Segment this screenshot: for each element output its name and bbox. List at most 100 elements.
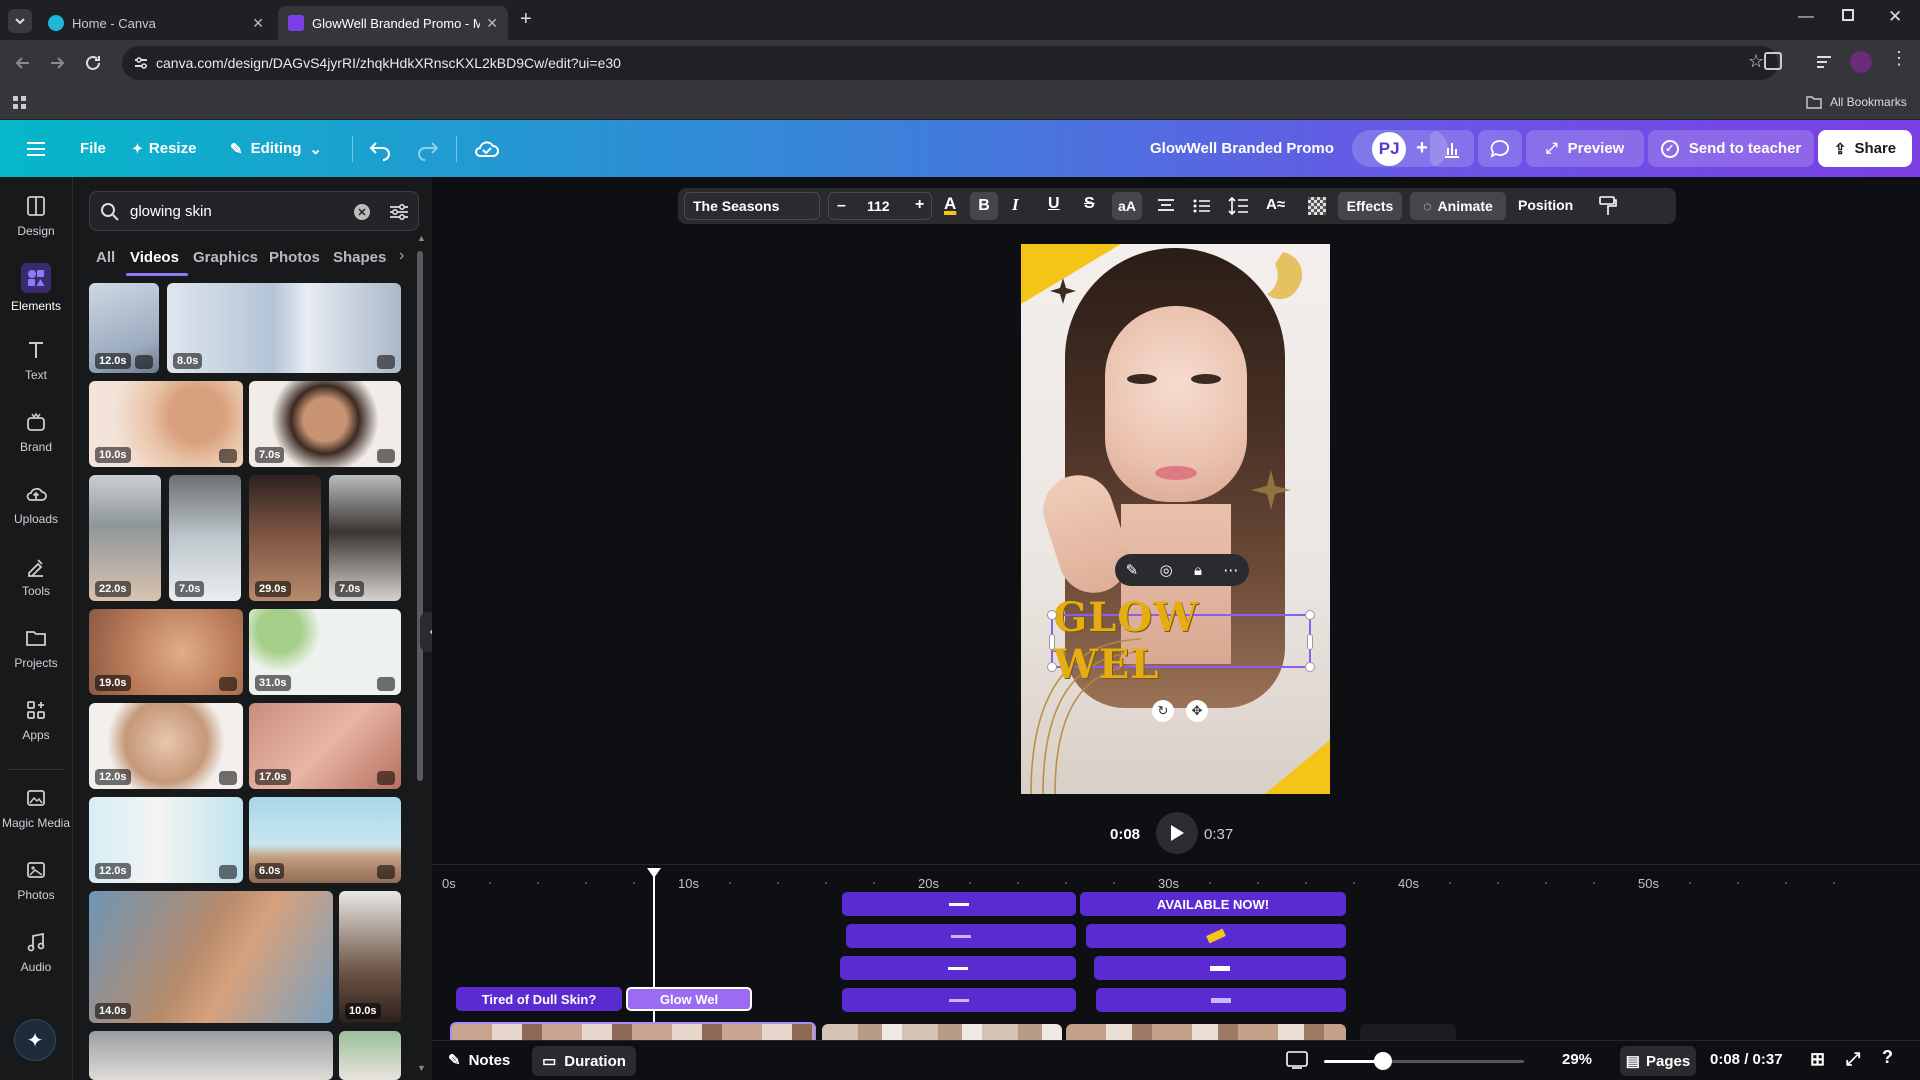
element-track[interactable] <box>846 924 1076 948</box>
move-handle-icon[interactable]: ✥ <box>1186 700 1208 722</box>
search-input[interactable]: glowing skin ✕ <box>89 191 419 231</box>
strikethrough-icon[interactable]: S <box>1084 195 1095 213</box>
underline-icon[interactable]: U <box>1048 195 1060 213</box>
notes-button[interactable]: ✎ Notes <box>448 1051 510 1070</box>
media-controls-icon[interactable] <box>1814 52 1834 72</box>
share-button[interactable]: ⇪ Share <box>1818 130 1912 167</box>
extensions-icon[interactable] <box>1764 52 1782 70</box>
filter-sliders-icon[interactable] <box>388 202 410 222</box>
chevron-right-icon[interactable]: › <box>399 247 404 265</box>
video-thumbnail[interactable] <box>89 1031 333 1080</box>
video-thumbnail[interactable]: 6.0s <box>249 797 401 883</box>
maximize-icon[interactable] <box>1842 9 1854 21</box>
lock-icon[interactable]: 🔒︎ <box>1194 562 1202 579</box>
insights-button[interactable] <box>1430 130 1474 167</box>
video-thumbnail[interactable]: 7.0s <box>329 475 401 601</box>
redo-icon[interactable] <box>414 136 440 162</box>
rail-magic-media[interactable]: Magic Media <box>0 773 72 843</box>
video-clip-strip[interactable] <box>822 1024 1062 1040</box>
playhead[interactable] <box>653 868 655 1040</box>
play-button[interactable] <box>1156 812 1198 854</box>
filter-tab-shapes[interactable]: Shapes <box>333 249 386 266</box>
preview-button[interactable]: ⤢ Preview <box>1526 130 1644 167</box>
video-clip-strip[interactable] <box>1066 1024 1346 1040</box>
side-handle[interactable] <box>1049 634 1055 650</box>
position-button[interactable]: Position <box>1518 197 1573 213</box>
spacing-icon[interactable] <box>1228 196 1250 216</box>
italic-icon[interactable]: I <box>1012 195 1019 215</box>
rail-text[interactable]: Text <box>0 325 72 395</box>
headline-selection[interactable]: GLOW WEL <box>1047 594 1315 688</box>
rail-photos[interactable]: Photos <box>0 845 72 915</box>
video-clip-strip[interactable] <box>450 1022 816 1040</box>
video-thumbnail[interactable]: 14.0s <box>89 891 333 1023</box>
back-icon[interactable] <box>12 52 34 74</box>
send-to-teacher-button[interactable]: ✓ Send to teacher <box>1648 130 1814 167</box>
editing-mode-dropdown[interactable]: ✎ Editing ⌄ <box>230 120 322 177</box>
available-now-track[interactable]: AVAILABLE NOW! <box>1080 892 1346 916</box>
resize-handle[interactable] <box>1305 610 1315 620</box>
browser-menu-icon[interactable]: ⋮ <box>1890 48 1908 69</box>
rail-brand[interactable]: Brand <box>0 397 72 467</box>
magic-edit-icon[interactable]: ✎ <box>1126 561 1139 579</box>
close-tab-icon[interactable]: ✕ <box>486 15 498 32</box>
resize-handle[interactable] <box>1047 662 1057 672</box>
video-thumbnail[interactable]: 17.0s <box>249 703 401 789</box>
undo-icon[interactable] <box>368 136 394 162</box>
animate-button[interactable]: ◌ Animate <box>1410 192 1506 220</box>
video-thumbnail[interactable]: 12.0s <box>89 797 243 883</box>
increase-size-icon[interactable]: + <box>915 196 924 214</box>
fullscreen-icon[interactable]: ⤢ <box>1846 1049 1860 1070</box>
element-track[interactable] <box>1096 988 1346 1012</box>
browser-tab-glowwell[interactable]: GlowWell Branded Promo - Mo ✕ <box>278 6 508 40</box>
rail-tools[interactable]: Tools <box>0 541 72 611</box>
clip-tired-of-dull-skin[interactable]: Tired of Dull Skin? <box>456 987 622 1011</box>
magic-assistant-button[interactable]: ✦ <box>14 1019 56 1061</box>
filter-tab-all[interactable]: All <box>96 249 115 266</box>
filter-tab-videos[interactable]: Videos <box>130 249 179 266</box>
text-case-icon[interactable]: aA <box>1112 192 1142 220</box>
duration-button[interactable]: ▭ Duration <box>532 1046 636 1076</box>
file-menu[interactable]: File <box>80 120 106 177</box>
avatar[interactable]: PJ <box>1372 131 1407 166</box>
add-collaborator-icon[interactable]: + <box>1416 137 1428 160</box>
scroll-up-icon[interactable]: ▲ <box>417 233 426 243</box>
filter-tab-photos[interactable]: Photos <box>269 249 320 266</box>
design-page[interactable]: ✎ ◎ 🔒︎ ⋯ GLOW WEL ↻ ✥ <box>1021 244 1330 794</box>
close-tab-icon[interactable]: ✕ <box>252 15 264 32</box>
rotate-handle-icon[interactable]: ↻ <box>1152 700 1174 722</box>
clear-search-icon[interactable]: ✕ <box>354 204 370 220</box>
side-handle[interactable] <box>1307 634 1313 650</box>
scrollbar-thumb[interactable] <box>417 251 423 781</box>
bookmark-star-icon[interactable]: ☆ <box>1748 51 1764 72</box>
profile-avatar[interactable] <box>1850 51 1872 73</box>
resize-handle[interactable] <box>1047 610 1057 620</box>
element-track[interactable] <box>1086 924 1346 948</box>
video-thumbnail[interactable]: 12.0s <box>89 283 159 373</box>
grid-view-icon[interactable]: ⊞ <box>1810 1049 1825 1070</box>
zoom-slider-thumb[interactable] <box>1374 1052 1392 1070</box>
filter-tab-graphics[interactable]: Graphics <box>193 249 258 266</box>
video-thumbnail[interactable]: 31.0s <box>249 609 401 695</box>
design-title[interactable]: GlowWell Branded Promo <box>1150 120 1334 177</box>
zoom-slider[interactable] <box>1324 1052 1524 1070</box>
tab-search-button[interactable] <box>8 9 32 33</box>
rail-design[interactable]: Design <box>0 181 72 251</box>
menu-hamburger-icon[interactable] <box>24 137 48 161</box>
apps-grid-icon[interactable] <box>12 95 28 111</box>
video-thumbnail[interactable] <box>339 1031 401 1080</box>
rail-elements[interactable]: Elements <box>0 253 72 323</box>
site-settings-icon[interactable] <box>132 54 150 72</box>
zoom-level[interactable]: 29% <box>1562 1051 1592 1068</box>
element-track[interactable] <box>842 988 1076 1012</box>
element-track[interactable] <box>840 956 1076 980</box>
help-icon[interactable]: ? <box>1882 1047 1893 1068</box>
all-bookmarks-label[interactable]: All Bookmarks <box>1830 95 1907 109</box>
more-options-icon[interactable]: ⋯ <box>1223 561 1238 579</box>
rail-audio[interactable]: Audio <box>0 917 72 987</box>
decrease-size-icon[interactable]: – <box>837 197 846 215</box>
fit-screen-icon[interactable] <box>1286 1051 1308 1069</box>
text-color-icon[interactable]: A <box>944 194 956 214</box>
add-comment-icon[interactable]: ◎ <box>1160 561 1173 579</box>
minimize-icon[interactable]: — <box>1798 8 1814 26</box>
